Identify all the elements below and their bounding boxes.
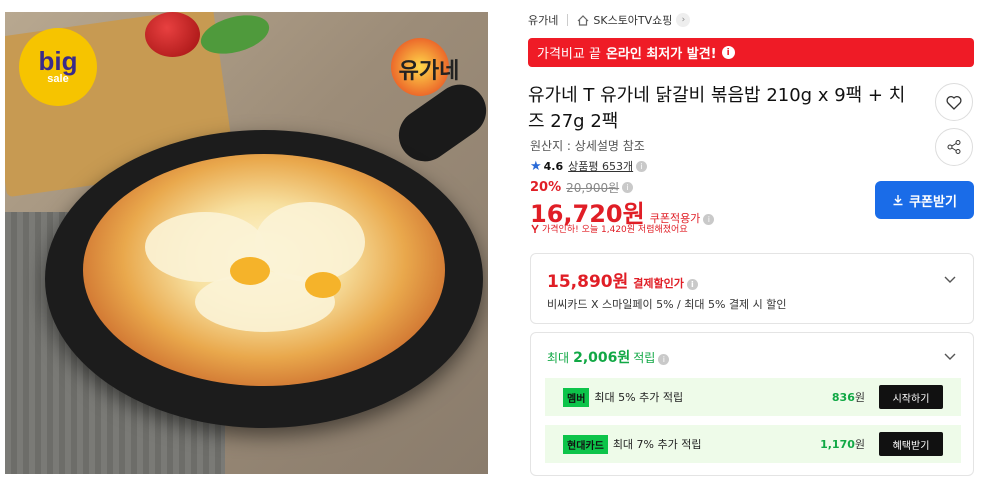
start-button[interactable]: 시작하기 [879,385,943,409]
download-icon [893,195,903,206]
row-amount-unit: 원 [854,438,865,451]
info-icon[interactable]: i [686,279,698,290]
chevron-right-icon[interactable]: › [676,13,691,27]
hyundai-card-tag: 현대카드 [563,434,608,454]
payment-label: 결제할인가 [633,277,684,290]
points-row-member: 멤버 최대 5% 추가 적립 836원 시작하기 [545,378,961,416]
info-icon[interactable]: i [636,160,648,172]
breadcrumb: 유가네 SK스토아TV쇼핑 › [528,12,691,28]
points-card: 최대 2,006원 적립 i 멤버 최대 5% 추가 적립 836원 시작하기 … [530,332,974,476]
cheese-melt [255,202,365,282]
row-amount-value: 836 [831,391,855,404]
row-text: 최대 5% 추가 적립 [594,391,684,404]
banner-highlight: 온라인 최저가 발견! [605,47,717,62]
rating-row: ★ 4.6 상품평 653개 i [530,158,648,174]
info-icon[interactable]: i [703,214,715,225]
brand-logo: 유가네 [385,34,473,104]
breadcrumb-mall[interactable]: SK스토아TV쇼핑 [593,12,672,28]
divider [567,14,569,26]
row-amount: 1,170원 [820,436,865,452]
share-icon [947,140,961,154]
breadcrumb-store[interactable]: 유가네 [528,12,558,28]
points-amount: 2,006원 [573,350,631,366]
heart-icon [946,95,962,110]
egg-yolk [305,272,341,298]
points-prefix: 최대 [547,351,570,365]
price-drop-notice: 가격인하! 오늘 1,420원 저렴해졌어요 [530,222,688,235]
coupon-button[interactable]: 쿠폰받기 [875,181,974,219]
chevron-down-icon[interactable] [943,272,957,286]
points-suffix: 적립 [633,351,656,365]
lowest-price-banner[interactable]: 가격비교 끝 온라인 최저가 발견! i [528,38,974,67]
row-amount-value: 1,170 [820,438,855,451]
share-button[interactable] [935,128,973,166]
wishlist-button[interactable] [935,83,973,121]
review-link[interactable]: 상품평 653개 [568,158,633,174]
row-text: 최대 7% 추가 적립 [612,438,702,451]
home-icon [577,14,589,26]
benefit-button[interactable]: 혜택받기 [879,432,943,456]
badge-big-text: big [38,46,78,76]
star-icon: ★ [530,158,542,174]
product-image[interactable]: big sale 유가네 [5,12,488,474]
banner-prefix: 가격비교 끝 [537,47,601,62]
down-arrow-icon [531,224,539,233]
row-amount-unit: 원 [854,391,865,404]
info-icon[interactable]: i [721,46,735,59]
big-sale-badge: big sale [19,28,97,106]
product-title: 유가네 T 유가네 닭갈비 볶음밥 210g x 9팩 + 치즈 27g 2팩 [528,85,906,132]
points-row-card: 현대카드 최대 7% 추가 적립 1,170원 혜택받기 [545,425,961,463]
chevron-down-icon[interactable] [943,349,957,363]
badge-sale-text: sale [47,73,69,85]
coupon-button-label: 쿠폰받기 [909,194,957,210]
points-header: 최대 2,006원 적립 i [547,347,670,367]
info-icon[interactable]: i [622,182,634,193]
egg-yolk [230,257,270,285]
member-tag: 멤버 [563,387,590,407]
tomato-decoration [145,12,200,57]
row-amount: 836원 [832,389,865,405]
origin-text: 원산지 : 상세설명 참조 [530,139,645,153]
payment-price: 15,890원 [547,272,629,292]
payment-desc: 비씨카드 X 스마일페이 5% / 최대 5% 결제 시 할인 [547,298,787,311]
discount-percent: 20% [530,180,562,195]
payment-discount-card[interactable]: 15,890원 결제할인가 i 비씨카드 X 스마일페이 5% / 최대 5% … [530,253,974,324]
rating-value: 4.6 [543,159,564,173]
info-icon[interactable]: i [658,354,670,365]
price-drop-text: 가격인하! 오늘 1,420원 저렴해졌어요 [542,225,688,235]
payment-price-row: 15,890원 결제할인가 i [547,267,698,292]
logo-text: 유가네 [398,58,460,84]
